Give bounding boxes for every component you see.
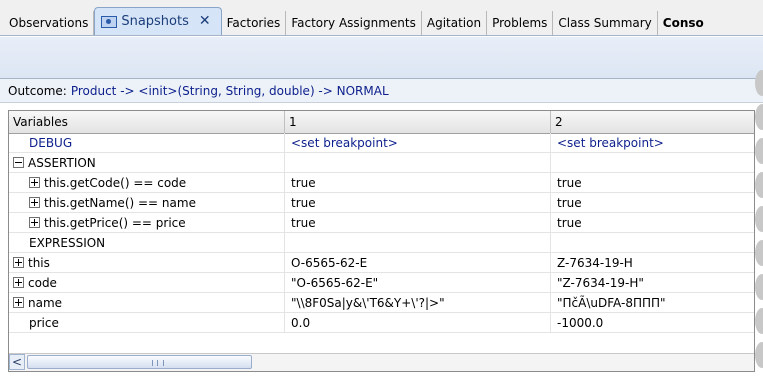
grip-icon	[152, 360, 164, 366]
outcome-value: Product -> <init>(String, String, double…	[70, 84, 389, 98]
variable-name: this.getCode() == code	[44, 176, 187, 190]
tab-observations[interactable]: Observations	[4, 11, 95, 35]
snapshot-2-value: true	[551, 173, 754, 193]
snapshot-1-value[interactable]: <set breakpoint>	[285, 133, 551, 153]
expand-plus-icon[interactable]	[29, 217, 40, 228]
variable-name: this	[28, 256, 50, 270]
expand-plus-icon[interactable]	[29, 177, 40, 188]
tab-problems[interactable]: Problems	[487, 11, 554, 35]
window-edge-decoration	[755, 274, 763, 300]
variable-name-cell: this	[9, 253, 285, 273]
snapshot-camera-icon	[101, 15, 118, 28]
variable-name: ASSERTION	[28, 156, 96, 170]
snapshot-2-value: true	[551, 193, 754, 213]
window-edge-decoration	[755, 240, 763, 266]
column-header-2[interactable]: 2	[551, 111, 754, 133]
expand-plus-icon[interactable]	[13, 257, 24, 268]
table-row[interactable]: this.getPrice() == price true true	[9, 213, 754, 233]
tab-snapshots[interactable]: Snapshots ✕	[94, 7, 222, 35]
outcome-label: Outcome:	[8, 84, 67, 98]
variable-name-cell: price	[9, 313, 285, 333]
variable-name: code	[28, 276, 57, 290]
window-edge-decoration	[755, 206, 763, 232]
variable-name-cell: EXPRESSION	[9, 233, 285, 253]
horizontal-scrollbar[interactable]: <	[9, 353, 754, 371]
expand-plus-icon[interactable]	[13, 297, 24, 308]
snapshot-2-value: "ΠčÃ\uDFA-8ΠΠΠ"	[551, 293, 754, 313]
variable-name: DEBUG	[29, 136, 73, 150]
table-header: Variables 1 2	[9, 111, 754, 134]
expand-plus-icon[interactable]	[29, 197, 40, 208]
variable-name: this.getName() == name	[44, 196, 196, 210]
expand-plus-icon[interactable]	[13, 277, 24, 288]
view-toolbar	[0, 37, 763, 79]
table-row[interactable]: ASSERTION	[9, 153, 754, 173]
table-row[interactable]: this.getCode() == code true true	[9, 173, 754, 193]
scroll-left-arrow-icon[interactable]: <	[9, 354, 25, 370]
window-edge-decoration	[755, 308, 763, 334]
outcome-bar: Outcome: Product -> <init>(String, String…	[0, 79, 763, 103]
scrollbar-thumb[interactable]	[27, 355, 252, 369]
window-edge-decoration	[755, 104, 763, 130]
tab-agitation[interactable]: Agitation	[422, 11, 488, 35]
view-tab-bar: Observations Snapshots ✕ Factories Factor…	[0, 0, 763, 36]
variable-name-cell: this.getCode() == code	[9, 173, 285, 193]
table-row[interactable]: name "\\8F0Sa|y&\'T6&Y+\'?|>" "ΠčÃ\uDFA-8Π…	[9, 293, 754, 313]
snapshot-2-value	[551, 233, 754, 253]
snapshot-2-value: "Z-7634-19-H"	[551, 273, 754, 293]
table-row[interactable]: this.getName() == name true true	[9, 193, 754, 213]
snapshot-2-value: true	[551, 213, 754, 233]
snapshot-1-value: "\\8F0Sa|y&\'T6&Y+\'?|>"	[285, 293, 551, 313]
table-row[interactable]: this O-6565-62-E Z-7634-19-H	[9, 253, 754, 273]
variable-name-cell: DEBUG	[9, 133, 285, 153]
tab-class-summary[interactable]: Class Summary	[553, 11, 658, 35]
collapse-minus-icon[interactable]	[13, 157, 24, 168]
variable-name-cell: code	[9, 273, 285, 293]
window-edge-decoration	[755, 172, 763, 198]
snapshot-1-value: true	[285, 173, 551, 193]
snapshot-1-value: true	[285, 213, 551, 233]
variable-name-cell: name	[9, 293, 285, 313]
variable-name: name	[28, 296, 63, 310]
tab-snapshots-label: Snapshots	[121, 14, 189, 29]
table-row[interactable]: DEBUG <set breakpoint> <set breakpoint>	[9, 133, 754, 153]
table-row[interactable]: code "O-6565-62-E" "Z-7634-19-H"	[9, 273, 754, 293]
snapshot-2-value: -1000.0	[551, 313, 754, 333]
snapshot-1-value	[285, 153, 551, 173]
close-icon[interactable]: ✕	[199, 13, 211, 29]
tab-factories[interactable]: Factories	[222, 11, 287, 35]
window-edge-decoration	[755, 70, 763, 96]
snapshot-1-value: O-6565-62-E	[285, 253, 551, 273]
snapshot-2-value: Z-7634-19-H	[551, 253, 754, 273]
snapshot-2-value[interactable]: <set breakpoint>	[551, 133, 754, 153]
snapshot-1-value: true	[285, 193, 551, 213]
column-header-1[interactable]: 1	[285, 111, 551, 133]
variable-name-cell: ASSERTION	[9, 153, 285, 173]
variable-name: this.getPrice() == price	[44, 216, 186, 230]
tab-factory-assignments[interactable]: Factory Assignments	[286, 11, 422, 35]
window-edge-decoration	[755, 342, 763, 368]
snapshot-1-value	[285, 233, 551, 253]
snapshot-1-value: 0.0	[285, 313, 551, 333]
window-edge-decoration	[755, 138, 763, 164]
variable-name-cell: this.getName() == name	[9, 193, 285, 213]
table-row[interactable]: EXPRESSION	[9, 233, 754, 253]
table-row[interactable]: price 0.0 -1000.0	[9, 313, 754, 333]
snapshot-2-value	[551, 153, 754, 173]
variable-name: price	[29, 316, 59, 330]
variable-name: EXPRESSION	[29, 236, 106, 250]
snapshot-1-value: "O-6565-62-E"	[285, 273, 551, 293]
snapshot-table: Variables 1 2 DEBUG <set breakpoint> <set …	[8, 110, 755, 372]
variable-name-cell: this.getPrice() == price	[9, 213, 285, 233]
tab-console[interactable]: Conso	[658, 11, 709, 35]
column-header-variables[interactable]: Variables	[9, 111, 285, 133]
